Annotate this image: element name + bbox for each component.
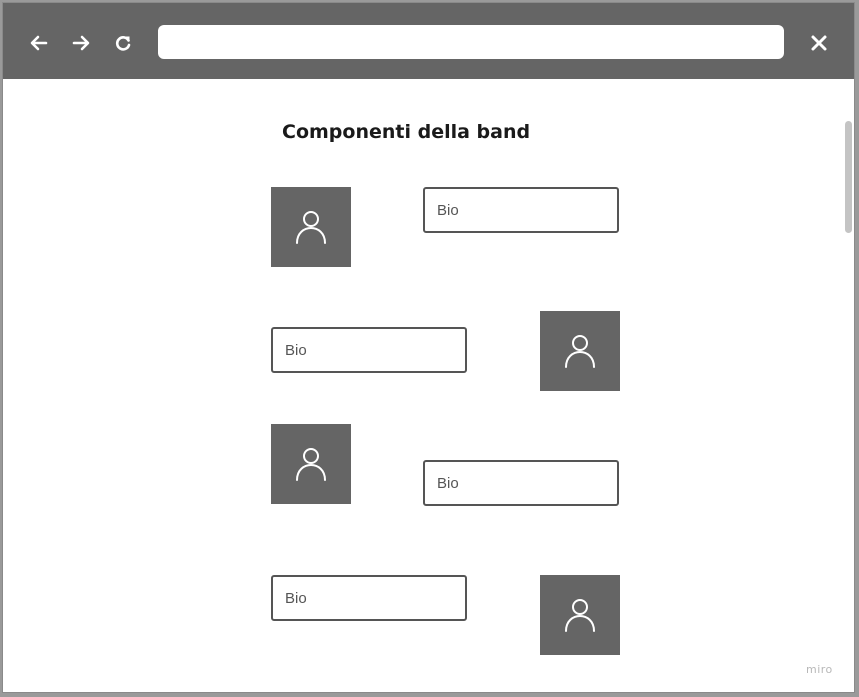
miro-watermark: miro — [806, 663, 833, 676]
scrollbar-thumb[interactable] — [845, 121, 852, 233]
member-avatar — [271, 424, 351, 504]
user-icon — [565, 599, 595, 632]
page-title: Componenti della band — [282, 121, 531, 143]
browser-window: Componenti della band Bio Bio Bio Bio mi… — [2, 2, 855, 693]
url-bar[interactable] — [158, 25, 784, 59]
arrow-left-icon — [30, 35, 48, 51]
bio-input[interactable] — [423, 187, 619, 233]
forward-button[interactable] — [68, 29, 94, 57]
browser-toolbar — [3, 3, 854, 79]
vertical-scrollbar[interactable] — [841, 79, 854, 692]
member-avatar — [540, 311, 620, 391]
user-icon — [296, 448, 326, 481]
member-avatar — [540, 575, 620, 655]
reload-button[interactable] — [110, 29, 136, 57]
bio-input[interactable] — [423, 460, 619, 506]
user-icon — [296, 211, 326, 244]
close-icon — [811, 35, 827, 51]
bio-input[interactable] — [271, 575, 467, 621]
back-button[interactable] — [26, 29, 52, 57]
bio-input[interactable] — [271, 327, 467, 373]
page-content: Componenti della band Bio Bio Bio Bio mi… — [3, 79, 841, 692]
member-avatar — [271, 187, 351, 267]
close-button[interactable] — [806, 29, 832, 57]
arrow-right-icon — [72, 35, 90, 51]
user-icon — [565, 335, 595, 368]
reload-icon — [115, 36, 131, 51]
